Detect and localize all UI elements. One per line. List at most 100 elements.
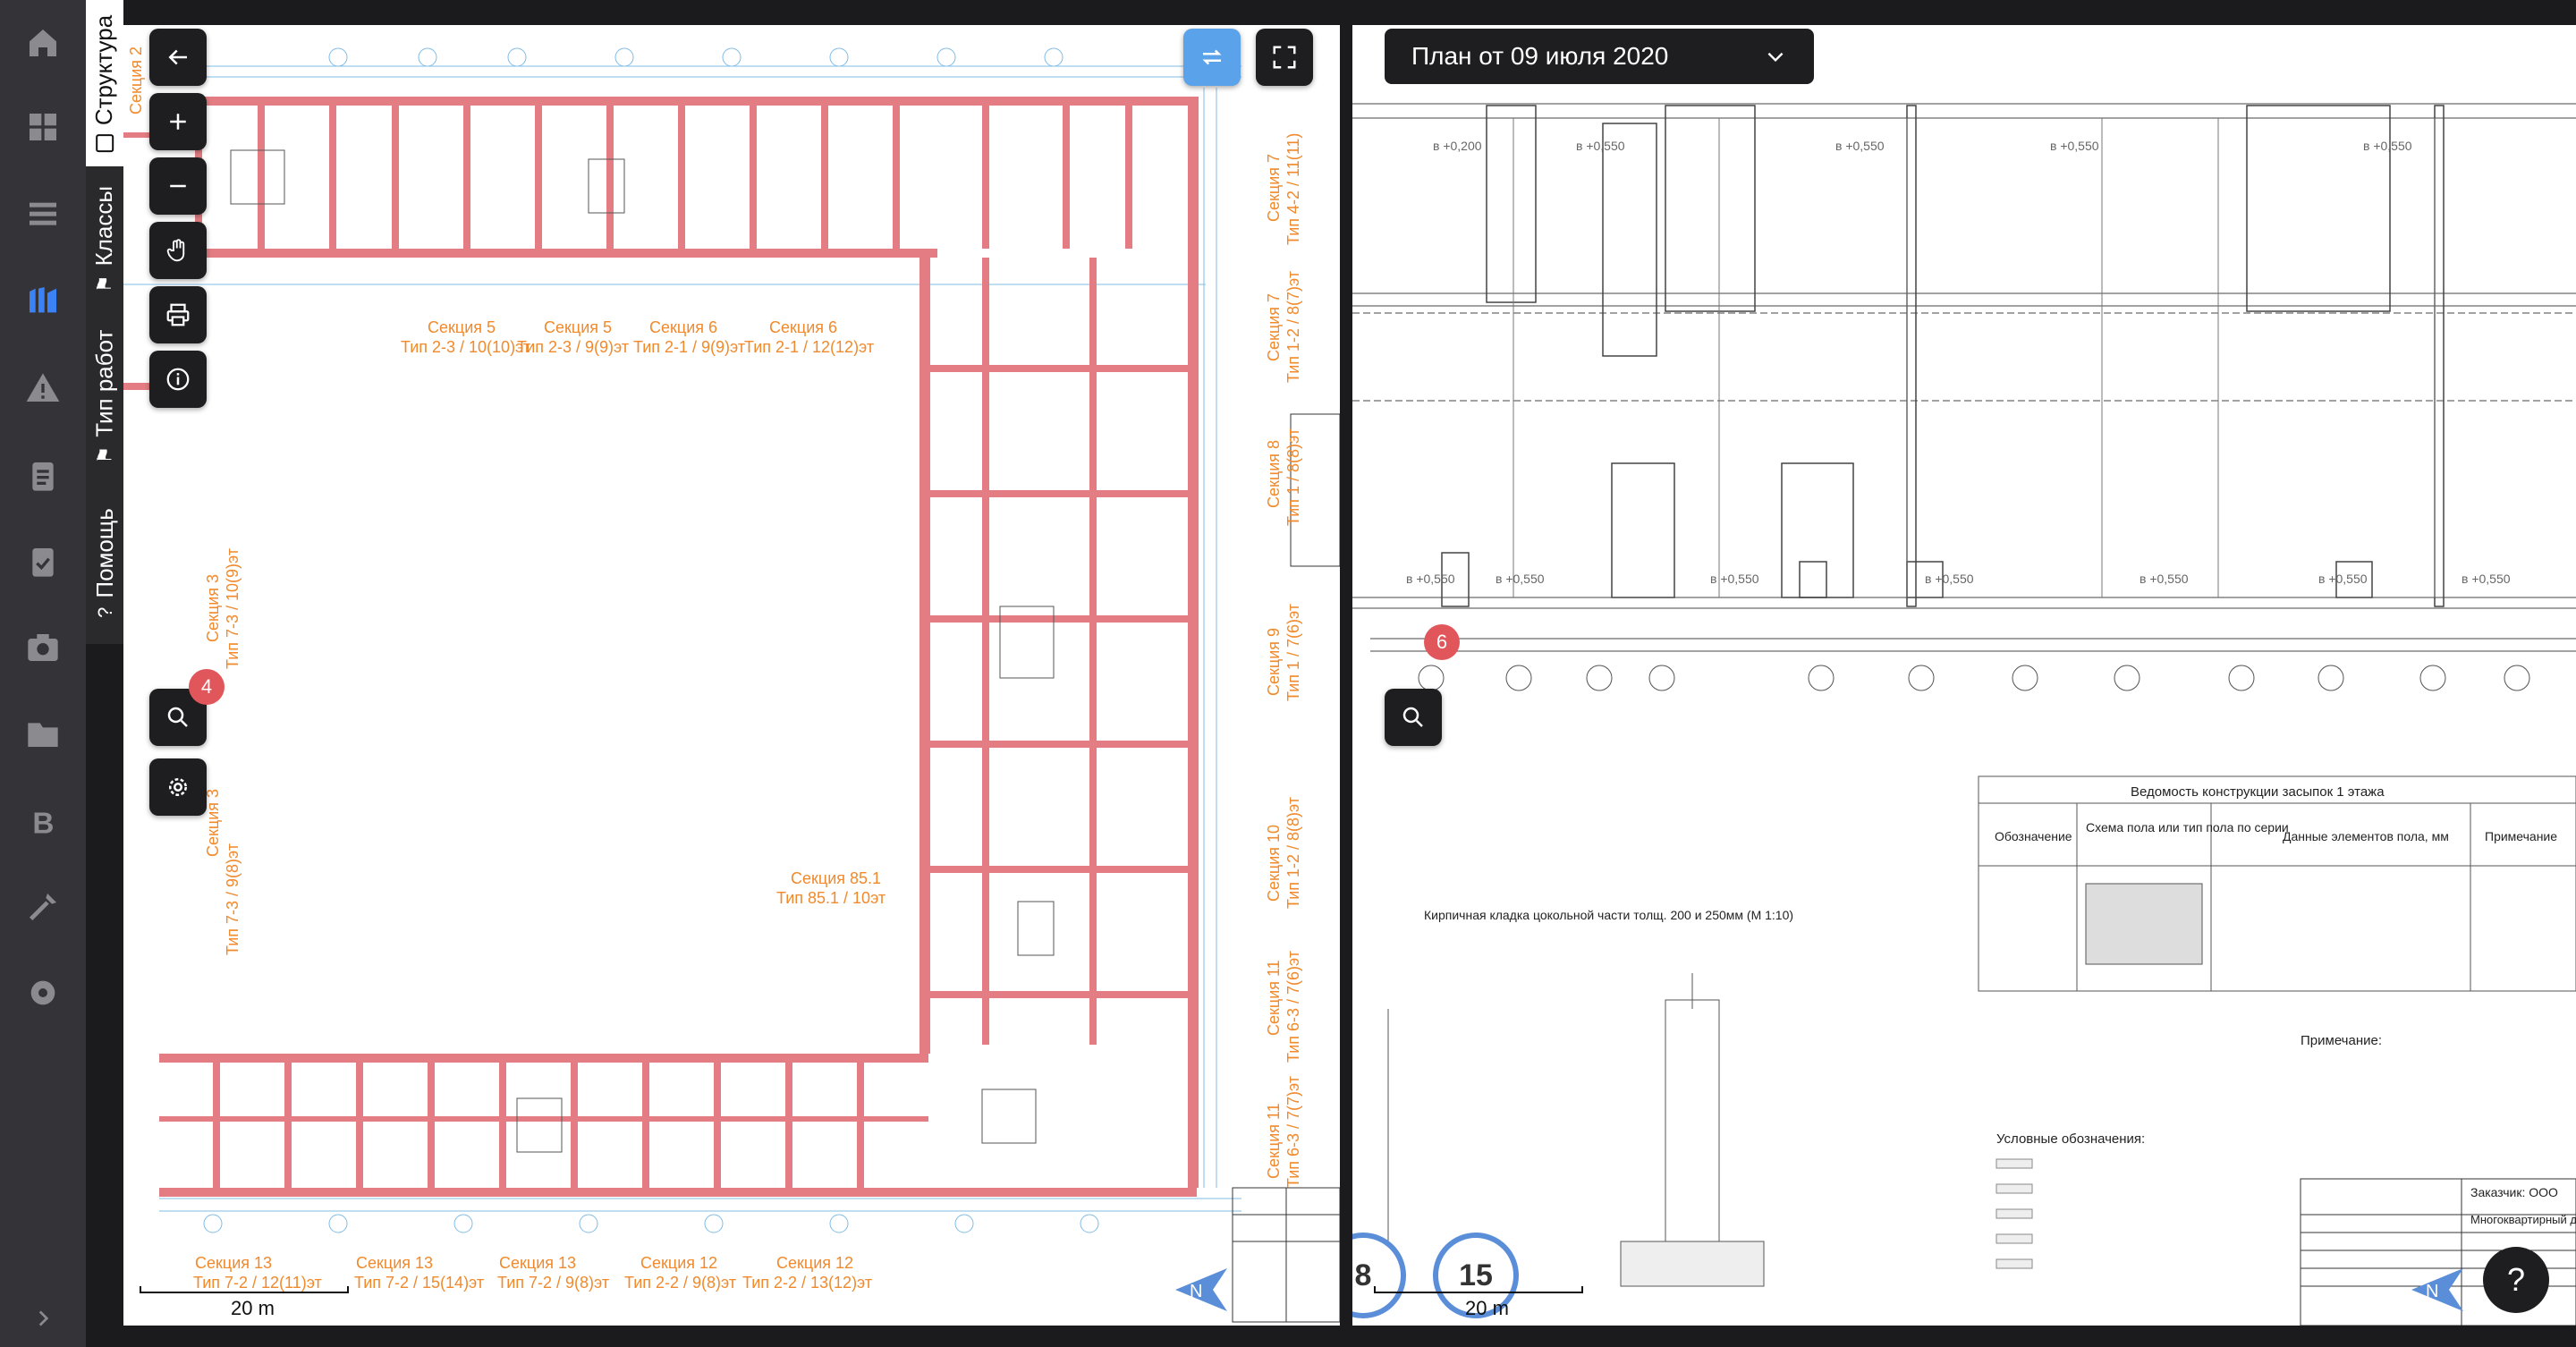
svg-text:в +0,550: в +0,550 (2050, 139, 2099, 153)
section-label-12b: Секция 12 (776, 1254, 853, 1272)
section-type-11a: Тип 6-3 / 7(6)эт (1284, 951, 1302, 1063)
checklist-icon[interactable] (21, 454, 64, 497)
section-label-6a: Секция 6 (649, 318, 717, 336)
north-arrow-icon: N (2411, 1268, 2463, 1311)
section-type-10: Тип 1-2 / 8(8)эт (1284, 797, 1302, 909)
schedule-title: Ведомость конструкции засыпок 1 этажа (2131, 784, 2385, 800)
section-label-85: Секция 85.1 (791, 869, 881, 887)
section-type-9: Тип 1 / 7(6)эт (1284, 604, 1302, 701)
tab-help[interactable]: ? Помощь (86, 487, 123, 639)
section-label-7b: Секция 7 (1265, 293, 1283, 361)
table-header: Данные элементов пола, мм (2283, 829, 2449, 843)
section-label-8: Секция 8 (1265, 440, 1283, 508)
legend-title: Условные обозначения: (1996, 1131, 2145, 1147)
section-type-6a: Тип 2-1 / 9(9)эт (633, 338, 745, 356)
sync-compare-button[interactable] (1183, 29, 1241, 86)
section-label-13c: Секция 13 (499, 1254, 576, 1272)
tools-icon[interactable] (21, 885, 64, 928)
minus-icon (170, 184, 186, 188)
chevron-right-icon (38, 1310, 49, 1326)
section-type-12b: Тип 2-2 / 13(12)эт (742, 1274, 872, 1292)
svg-text:в +0,550: в +0,550 (2318, 572, 2368, 586)
pan-button[interactable] (149, 222, 207, 279)
notes-title: Примечание: (2301, 1033, 2382, 1048)
side-tabs: Структура ⚑ Классы ⚑ Тип работ ? Помощь (86, 0, 123, 644)
b-icon[interactable]: B (21, 800, 64, 843)
home-icon[interactable] (21, 21, 64, 64)
search-icon (1402, 707, 1423, 727)
hand-icon (166, 239, 185, 262)
section-label-9: Секция 9 (1265, 628, 1283, 696)
dashboard-icon[interactable] (21, 106, 64, 148)
svg-text:в +0,550: в +0,550 (2140, 572, 2189, 586)
flag-icon: ⚑ (93, 445, 116, 463)
section-label-12a: Секция 12 (640, 1254, 717, 1272)
structure-icon (96, 133, 114, 152)
scale-bar: 20 m (140, 1286, 349, 1320)
list-icon[interactable] (21, 193, 64, 236)
section-type-12a: Тип 2-2 / 9(8)эт (624, 1274, 736, 1292)
svg-text:в +0,550: в +0,550 (1925, 572, 1974, 586)
info-button[interactable] (149, 351, 207, 408)
flag-icon: ⚑ (93, 274, 116, 292)
section-type-3b: Тип 7-3 / 9(8)эт (224, 843, 242, 955)
print-button[interactable] (149, 286, 207, 343)
tasks-icon[interactable] (21, 540, 64, 583)
section-type-13b: Тип 7-2 / 15(14)эт (354, 1274, 484, 1292)
svg-text:в +0,550: в +0,550 (2363, 139, 2412, 153)
info-icon (166, 368, 190, 391)
section-label-5b: Секция 5 (544, 318, 612, 336)
section-type-7a: Тип 4-2 / 11(11) (1284, 133, 1302, 245)
section-label-11b: Секция 11 (1265, 1103, 1283, 1179)
search-button-right[interactable] (1385, 689, 1442, 746)
section-type-3a: Тип 7-3 / 10(9)эт (224, 548, 242, 669)
app-navigation: B (0, 0, 86, 1347)
svg-text:в +0,200: в +0,200 (1433, 139, 1482, 153)
svg-text:в +0,550: в +0,550 (1835, 139, 1885, 153)
fullscreen-button[interactable] (1256, 29, 1313, 86)
svg-text:N: N (1190, 1282, 1202, 1301)
section-type-6b: Тип 2-1 / 12(12)эт (744, 338, 874, 356)
printer-icon (166, 303, 190, 326)
help-button[interactable]: ? (2483, 1247, 2549, 1313)
table-header: Обозначение (1995, 829, 2072, 843)
section-label-11a: Секция 11 (1265, 960, 1283, 1036)
swap-icon (1202, 49, 1222, 65)
folder-icon[interactable] (21, 712, 64, 755)
zoom-out-button[interactable] (149, 157, 207, 215)
section-label-13a: Секция 13 (195, 1254, 272, 1272)
section-type-85: Тип 85.1 / 10эт (776, 889, 886, 907)
north-arrow-icon: N (1175, 1268, 1227, 1311)
detail-title: Кирпичная кладка цокольной части толщ. 2… (1424, 908, 1793, 922)
chevron-down-icon (1767, 52, 1784, 63)
zoom-in-button[interactable] (149, 93, 207, 150)
settings-button[interactable] (149, 758, 207, 816)
tab-structure[interactable]: Структура (86, 0, 123, 166)
section-label-13b: Секция 13 (356, 1254, 433, 1272)
svg-text:в +0,550: в +0,550 (1406, 572, 1455, 586)
search-badge: 4 (189, 669, 225, 705)
gear-icon (169, 778, 187, 796)
right-drawing-pane[interactable]: в +0,200 в +0,550 в +0,550 в +0,550 в +0,55… (1352, 25, 2576, 1326)
foundation-plan-drawing: в +0,200 в +0,550 в +0,550 в +0,550 в +0,55… (1352, 103, 2576, 1326)
back-button[interactable] (149, 29, 207, 86)
camera-icon[interactable] (21, 626, 64, 669)
section-label-3b: Секция 3 (204, 789, 222, 857)
drawings-icon[interactable] (21, 279, 64, 322)
section-type-5b: Тип 2-3 / 9(9)эт (517, 338, 629, 356)
section-label-3a: Секция 3 (204, 574, 222, 642)
warning-icon[interactable] (21, 367, 64, 410)
expand-nav-button[interactable] (0, 1290, 86, 1347)
tab-work-type[interactable]: ⚑ Тип работ (86, 311, 123, 481)
search-badge: 6 (1424, 624, 1460, 660)
arrow-left-icon (168, 49, 187, 65)
svg-text:в +0,550: в +0,550 (1576, 139, 1625, 153)
plan-version-select[interactable]: План от 09 июля 2020 (1385, 29, 1814, 84)
table-header: Схема пола или тип пола по серии (2086, 820, 2289, 834)
stamp-customer: Заказчик: ООО (2470, 1185, 2558, 1199)
tab-classes[interactable]: ⚑ Классы (86, 172, 123, 306)
section-label-10: Секция 10 (1265, 825, 1283, 902)
section-type-5a: Тип 2-3 / 10(10)эт (401, 338, 530, 356)
settings-icon[interactable] (21, 971, 64, 1014)
left-drawing-pane[interactable]: Секция 5 Тип 2-3 / 10(10)эт Секция 5 Тип… (123, 25, 1340, 1326)
